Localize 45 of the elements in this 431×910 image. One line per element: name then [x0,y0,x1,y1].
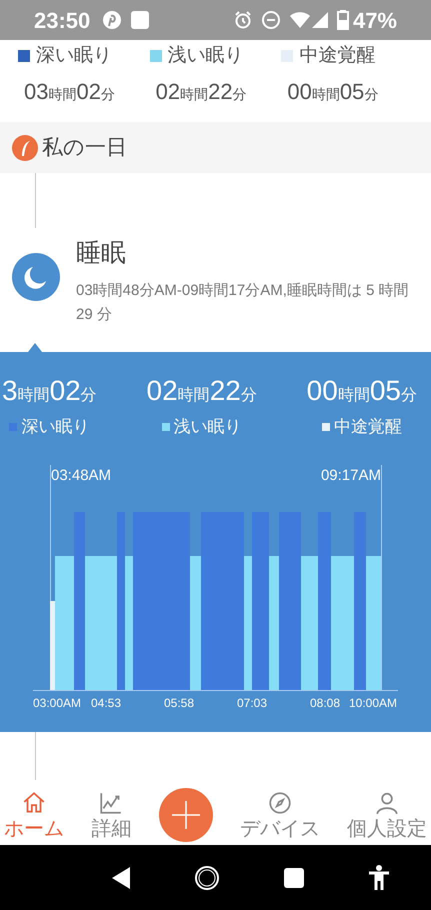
accessibility-icon[interactable] [368,864,390,890]
home-circle-icon[interactable] [194,864,220,890]
event-title: 睡眠 [76,238,127,269]
axis-label: 07:03 [236,694,268,712]
back-icon[interactable] [111,866,132,890]
duration-value: 02時間22分 [146,374,257,408]
legend-label: 浅い眠り [174,416,242,438]
duration-value: 3時間02分 [2,374,97,408]
axis-label: 10:00AM [348,694,398,712]
start-time-label: 03:48AM [51,466,112,486]
legend-label: 中途覚醒 [299,44,376,68]
status-time: 23:50 [34,6,90,34]
add-button[interactable] [158,788,212,842]
plus-icon [170,800,200,830]
nav-tab[interactable]: 個人設定 [347,790,427,840]
legend-label: 深い眠り [36,44,112,68]
recents-icon[interactable] [282,866,305,888]
axis-label: 03:00AM [32,694,82,712]
axis-label: 05:58 [164,694,194,712]
signal-icon [310,11,329,29]
end-time-label: 09:17AM [320,466,381,486]
moon-icon [12,253,60,301]
duration-value: 00時間05分 [287,78,378,104]
nav-tab[interactable]: ホーム [4,790,64,840]
legend-label: 浅い眠り [168,44,244,68]
compass-icon [266,790,293,816]
duration-value: 03時間02分 [24,78,115,104]
do-not-disturb-icon [260,10,281,30]
event-description: 03時間48分AM-09時間17分AM,睡眠時間は 5 時間 29 分 [76,280,410,324]
axis-label: 08:08 [310,694,340,712]
alarm-icon [232,10,253,30]
battery-icon [336,10,349,30]
home-icon [21,790,47,816]
nav-tab[interactable]: 詳細 [91,790,132,840]
section-title: 私の一日 [42,134,127,161]
axis-label: 04:53 [90,694,122,712]
legend-label: 深い眠り [21,416,90,438]
legend-label: 中途覚醒 [334,416,402,438]
battery-percent: 47% [352,6,397,34]
nav-tab[interactable]: デバイス [240,790,320,840]
square-icon [130,10,150,30]
feather-logo-icon [12,134,38,160]
wifi-icon [288,11,311,29]
duration-value: 00時間05分 [306,374,417,408]
duration-value: 02時間22分 [156,78,247,104]
